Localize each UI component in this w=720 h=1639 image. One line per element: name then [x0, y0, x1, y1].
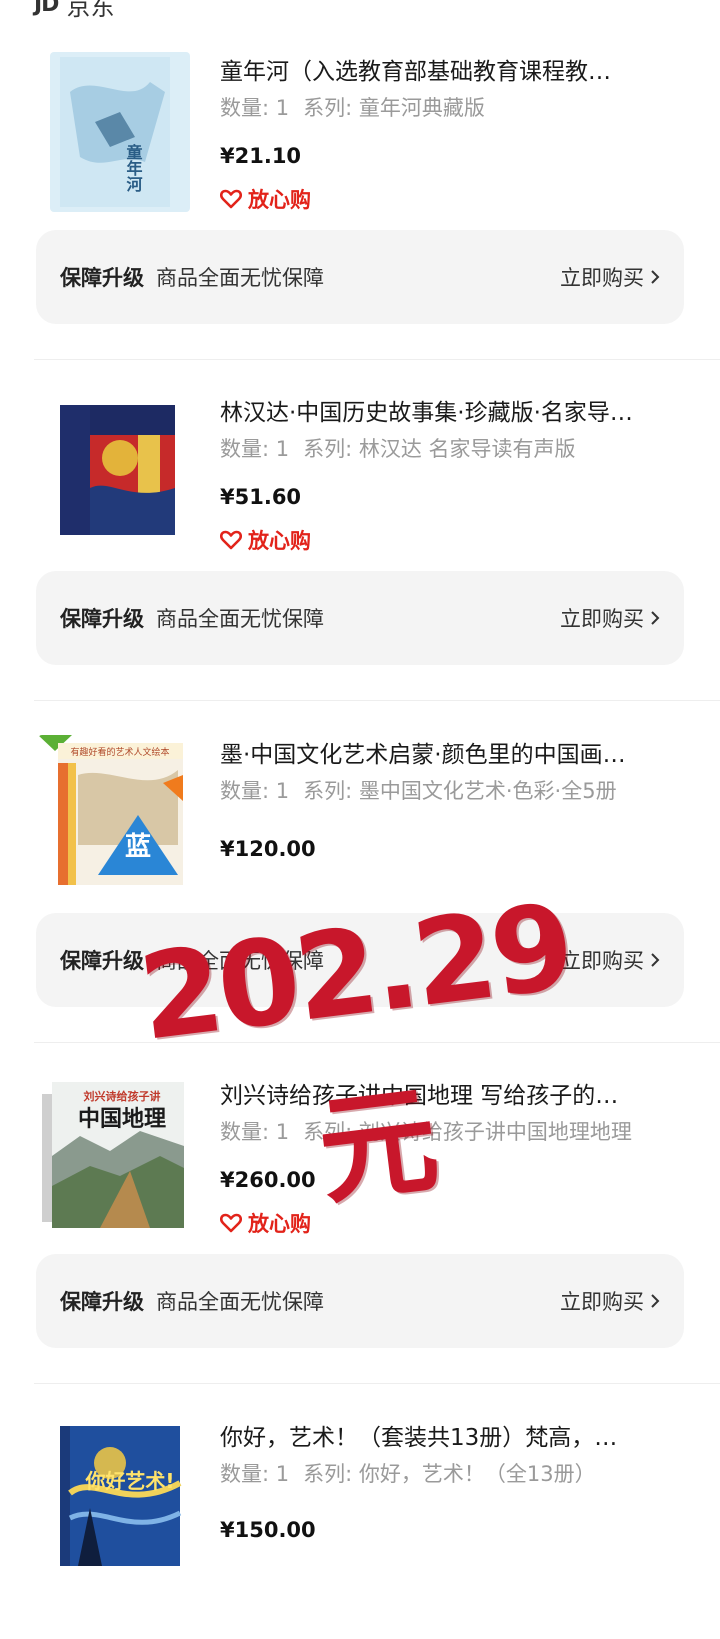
- buy-now-label: 立即购买: [560, 1290, 644, 1314]
- item-series: 系列: 你好，艺术！（全13册）: [303, 1462, 596, 1486]
- book-cover-image[interactable]: [50, 393, 190, 553]
- guarantee-upgrade-card[interactable]: 保障升级 商品全面无忧保障 立即购买: [36, 571, 684, 665]
- guard-desc: 商品全面无忧保障: [156, 607, 324, 631]
- guard-title: 保障升级: [60, 266, 144, 290]
- chevron-right-icon: [651, 270, 660, 284]
- divider: [34, 700, 720, 701]
- buy-now-link[interactable]: 立即购买: [560, 262, 660, 292]
- item-qty: 数量: 1: [220, 437, 290, 461]
- item-series: 系列: 墨中国文化艺术·色彩·全5册: [303, 779, 617, 803]
- item-price: ¥120.00: [220, 837, 316, 861]
- cover-series-text: 刘兴诗给孩子讲: [84, 1089, 161, 1103]
- jd-logo: JD: [34, 0, 59, 17]
- assure-badge: 放心购: [220, 184, 311, 214]
- divider: [34, 1383, 720, 1384]
- item-price: ¥150.00: [220, 1518, 316, 1542]
- item-series: 系列: 林汉达 名家导读有声版: [303, 437, 576, 461]
- item-price: ¥51.60: [220, 485, 302, 509]
- item-title[interactable]: 林汉达·中国历史故事集·珍藏版·名家导…: [220, 393, 670, 427]
- item-price: ¥260.00: [220, 1168, 316, 1192]
- assure-label: 放心购: [248, 188, 311, 212]
- item-qty: 数量: 1: [220, 1462, 290, 1486]
- heart-icon: [220, 189, 242, 209]
- guard-desc: 商品全面无忧保障: [156, 1290, 324, 1314]
- item-title[interactable]: 童年河（入选教育部基础教育课程教…: [220, 52, 670, 86]
- item-meta: 数量: 1 系列: 墨中国文化艺术·色彩·全5册: [220, 775, 690, 805]
- buy-now-link[interactable]: 立即购买: [560, 603, 660, 633]
- assure-badge: 放心购: [220, 525, 311, 555]
- store-name[interactable]: 京东: [66, 0, 114, 22]
- guarantee-upgrade-card[interactable]: 保障升级 商品全面无忧保障 立即购买: [36, 230, 684, 324]
- heart-icon: [220, 530, 242, 550]
- cover-banner-text: 有趣好看的艺术人文绘本: [70, 746, 169, 758]
- assure-label: 放心购: [248, 1212, 311, 1236]
- assure-label: 放心购: [248, 529, 311, 553]
- guard-desc: 商品全面无忧保障: [156, 266, 324, 290]
- chevron-right-icon: [651, 953, 660, 967]
- buy-now-label: 立即购买: [560, 607, 644, 631]
- item-meta: 数量: 1 系列: 林汉达 名家导读有声版: [220, 433, 690, 463]
- store-header: JD 京东: [34, 0, 114, 22]
- item-qty: 数量: 1: [220, 96, 290, 120]
- guarantee-upgrade-card[interactable]: 保障升级 商品全面无忧保障 立即购买: [36, 1254, 684, 1348]
- item-meta: 数量: 1 系列: 你好，艺术！（全13册）: [220, 1458, 690, 1488]
- item-price: ¥21.10: [220, 144, 302, 168]
- cover-title-text: 你好艺术!: [84, 1469, 174, 1493]
- guard-title: 保障升级: [60, 1290, 144, 1314]
- divider: [34, 359, 720, 360]
- buy-now-label: 立即购买: [560, 266, 644, 290]
- item-meta: 数量: 1 系列: 童年河典藏版: [220, 92, 690, 122]
- chevron-right-icon: [651, 1294, 660, 1308]
- item-qty: 数量: 1: [220, 1120, 290, 1144]
- item-title[interactable]: 你好，艺术！（套装共13册）梵高，…: [220, 1418, 670, 1452]
- item-qty: 数量: 1: [220, 779, 290, 803]
- buy-now-link[interactable]: 立即购买: [560, 1286, 660, 1316]
- item-title[interactable]: 墨·中国文化艺术启蒙·颜色里的中国画…: [220, 735, 670, 769]
- item-meta: 数量: 1 系列: 刘兴诗给孩子讲中国地理地理: [220, 1116, 690, 1146]
- chevron-right-icon: [651, 611, 660, 625]
- cover-title-text: 童年河: [124, 143, 143, 193]
- item-title[interactable]: 刘兴诗给孩子讲中国地理 写给孩子的…: [220, 1076, 670, 1110]
- assure-badge: 放心购: [220, 1208, 311, 1238]
- item-series: 系列: 童年河典藏版: [303, 96, 485, 120]
- heart-icon: [220, 1213, 242, 1233]
- cover-title-text: 中国地理: [78, 1107, 166, 1132]
- guard-title: 保障升级: [60, 607, 144, 631]
- book-cover-image[interactable]: 童年河: [50, 52, 190, 212]
- cover-char-text: 蓝: [125, 832, 151, 862]
- book-cover-image[interactable]: 刘兴诗给孩子讲 中国地理: [40, 1076, 190, 1236]
- book-cover-image[interactable]: 有趣好看的艺术人文绘本 蓝: [38, 735, 190, 895]
- book-cover-image[interactable]: 你好艺术!: [50, 1418, 190, 1568]
